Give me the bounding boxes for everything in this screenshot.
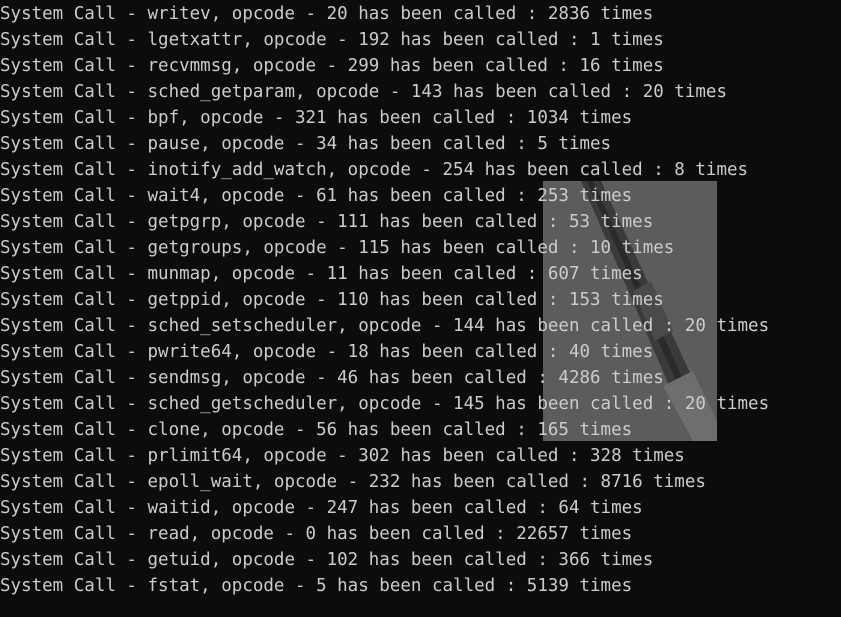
output-line: System Call - recvmmsg, opcode - 299 has… [0,56,664,76]
output-line: System Call - lgetxattr, opcode - 192 ha… [0,30,664,50]
output-line: System Call - pause, opcode - 34 has bee… [0,134,612,154]
output-line: System Call - sched_getparam, opcode - 1… [0,82,727,102]
output-line: System Call - fstat, opcode - 5 has been… [0,576,633,596]
output-line: System Call - bpf, opcode - 321 has been… [0,108,633,128]
output-line: System Call - inotify_add_watch, opcode … [0,160,749,180]
output-line: System Call - pwrite64, opcode - 18 has … [0,342,654,362]
output-line: System Call - getpgrp, opcode - 111 has … [0,212,654,232]
output-line: System Call - writev, opcode - 20 has be… [0,4,654,24]
output-line: System Call - sendmsg, opcode - 46 has b… [0,368,664,388]
output-line: System Call - getppid, opcode - 110 has … [0,290,664,310]
output-line: System Call - munmap, opcode - 11 has be… [0,264,643,284]
terminal-output: System Call - writev, opcode - 20 has be… [0,1,769,599]
output-line: System Call - sched_setscheduler, opcode… [0,316,770,336]
output-line: System Call - getuid, opcode - 102 has b… [0,550,654,570]
output-line: System Call - clone, opcode - 56 has bee… [0,420,633,440]
output-line: System Call - wait4, opcode - 61 has bee… [0,186,633,206]
terminal-window[interactable]: System Call - writev, opcode - 20 has be… [0,0,841,617]
output-line: System Call - prlimit64, opcode - 302 ha… [0,446,685,466]
output-line: System Call - getgroups, opcode - 115 ha… [0,238,675,258]
output-line: System Call - waitid, opcode - 247 has b… [0,498,643,518]
output-line: System Call - sched_getscheduler, opcode… [0,394,770,414]
output-line: System Call - read, opcode - 0 has been … [0,524,633,544]
output-line: System Call - epoll_wait, opcode - 232 h… [0,472,706,492]
